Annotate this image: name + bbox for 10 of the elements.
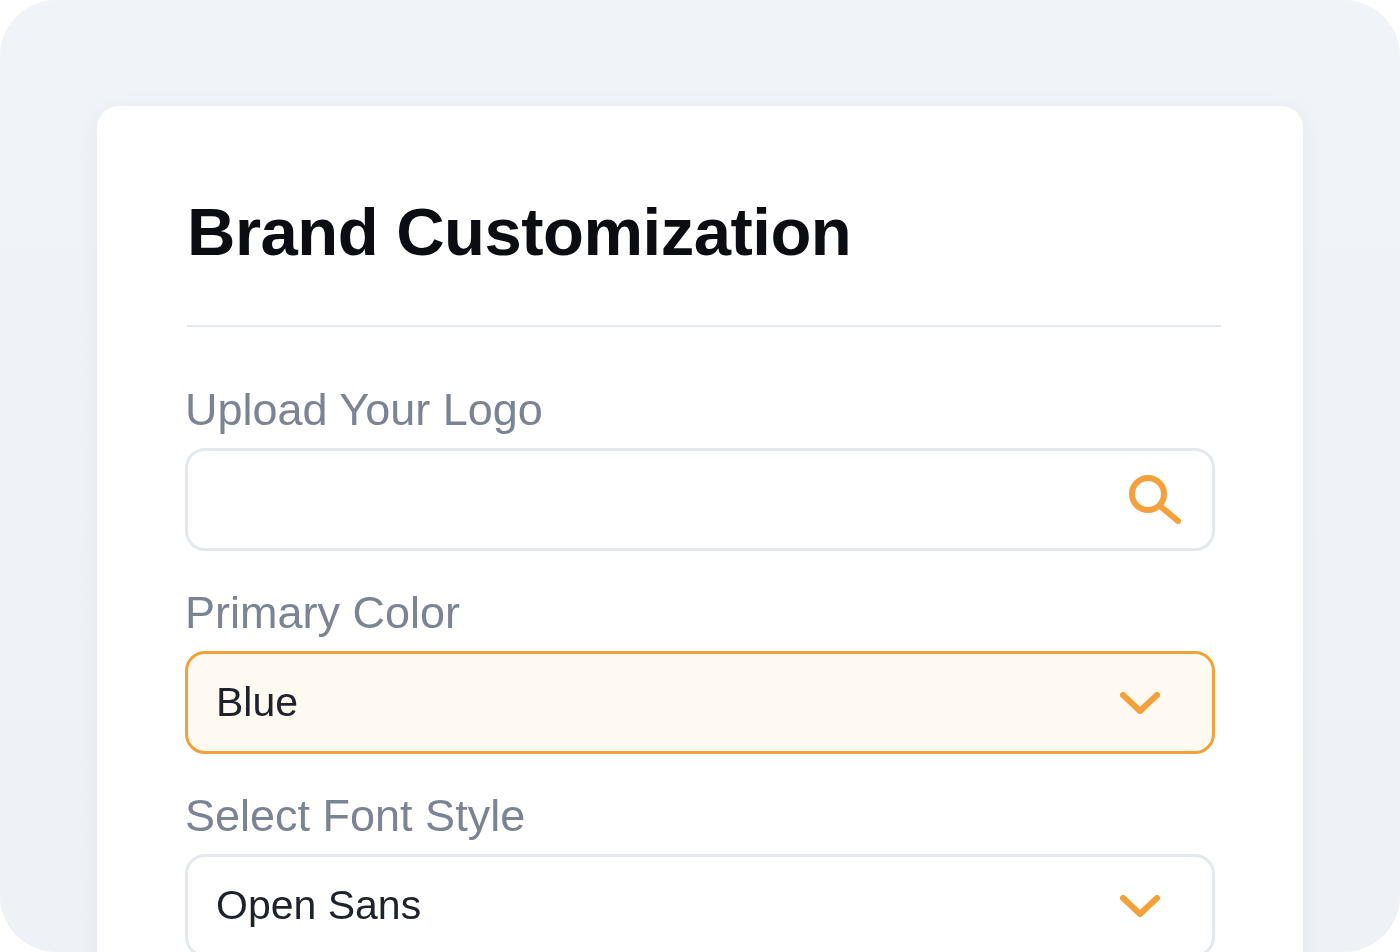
- card-title: Brand Customization: [187, 193, 853, 271]
- dropdown[interactable]: Open Sans: [185, 854, 1215, 952]
- chevron-down-icon: [1120, 894, 1160, 917]
- field-label: Select Font Style: [185, 789, 526, 842]
- field-label: Primary Color: [185, 586, 461, 639]
- search-icon: [1128, 474, 1182, 525]
- dropdown[interactable]: Blue: [185, 651, 1215, 754]
- chevron-down-icon: [1120, 691, 1160, 714]
- field-label: Upload Your Logo: [185, 383, 543, 436]
- search-field[interactable]: [185, 448, 1215, 551]
